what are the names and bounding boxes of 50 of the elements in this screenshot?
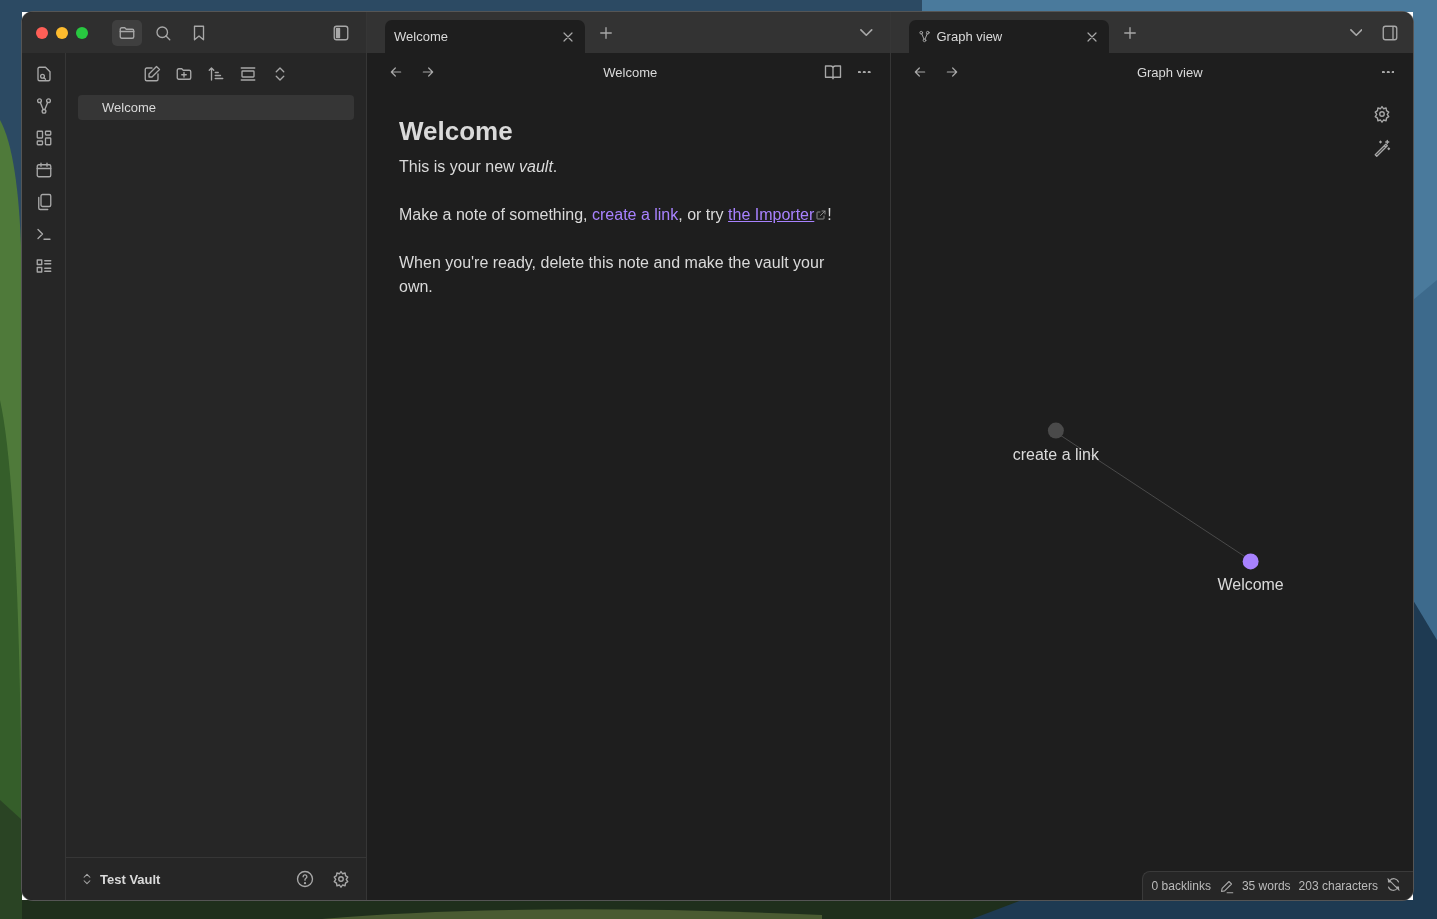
- file-item[interactable]: Welcome: [78, 95, 354, 120]
- list-icon: [34, 257, 53, 275]
- tab[interactable]: Graph view: [908, 20, 1109, 53]
- settings-icon: [332, 870, 350, 888]
- calendar-icon: [34, 161, 53, 179]
- pencil-icon[interactable]: [1218, 878, 1234, 894]
- graph-icon: [917, 30, 931, 43]
- node-label: create a link: [1012, 445, 1099, 463]
- graph-node[interactable]: [1047, 422, 1064, 439]
- zoom-light[interactable]: [76, 26, 88, 39]
- paragraph: When you're ready, delete this note and make the vault your own.: [399, 253, 826, 297]
- close-light[interactable]: [36, 26, 48, 39]
- external-link-icon: [815, 209, 828, 221]
- vault-name[interactable]: Test Vault: [100, 871, 161, 887]
- arrow-left-icon: [388, 64, 404, 80]
- files-tab[interactable]: [112, 19, 142, 46]
- chevron-down-icon: [1349, 28, 1363, 37]
- paragraph: This is your new vault.: [399, 157, 559, 177]
- note-title: Welcome: [399, 119, 514, 143]
- new-folder-icon: [175, 65, 193, 83]
- node-label: Welcome: [1217, 576, 1284, 594]
- more-icon: [858, 70, 871, 74]
- backlinks-count: 0 backlinks: [1151, 879, 1211, 893]
- sidebar-icon: [1381, 23, 1399, 42]
- book-icon: [823, 63, 842, 81]
- sort-icon: [207, 65, 225, 83]
- wand-icon: [1373, 139, 1391, 157]
- help-icon: [296, 870, 314, 888]
- edit-icon: [143, 65, 161, 83]
- more-icon: [1381, 70, 1395, 74]
- tab[interactable]: Welcome: [385, 20, 585, 53]
- graph-icon: [34, 97, 53, 115]
- search-icon: [154, 23, 172, 42]
- file-search-icon: [34, 65, 53, 83]
- sidebar-icon: [332, 23, 350, 42]
- view-title: Graph view: [1135, 64, 1204, 80]
- grid-icon: [34, 129, 53, 147]
- graph-node[interactable]: [1242, 553, 1259, 570]
- sync-off-icon[interactable]: [1386, 877, 1401, 892]
- word-count: 35 words: [1241, 879, 1291, 893]
- paragraph: Make a note of something, create a link, or try the Importer !: [399, 205, 833, 225]
- external-link[interactable]: the Importer: [728, 206, 828, 223]
- chevron-down-icon: [860, 28, 873, 37]
- character-count: 203 characters: [1298, 879, 1378, 893]
- view-title: Welcome: [602, 64, 659, 80]
- settings-icon: [1373, 105, 1391, 123]
- minimize-light[interactable]: [56, 26, 68, 39]
- arrow-right-icon: [420, 64, 436, 80]
- internal-link[interactable]: create a link: [592, 206, 679, 223]
- collapse-icon: [239, 65, 257, 83]
